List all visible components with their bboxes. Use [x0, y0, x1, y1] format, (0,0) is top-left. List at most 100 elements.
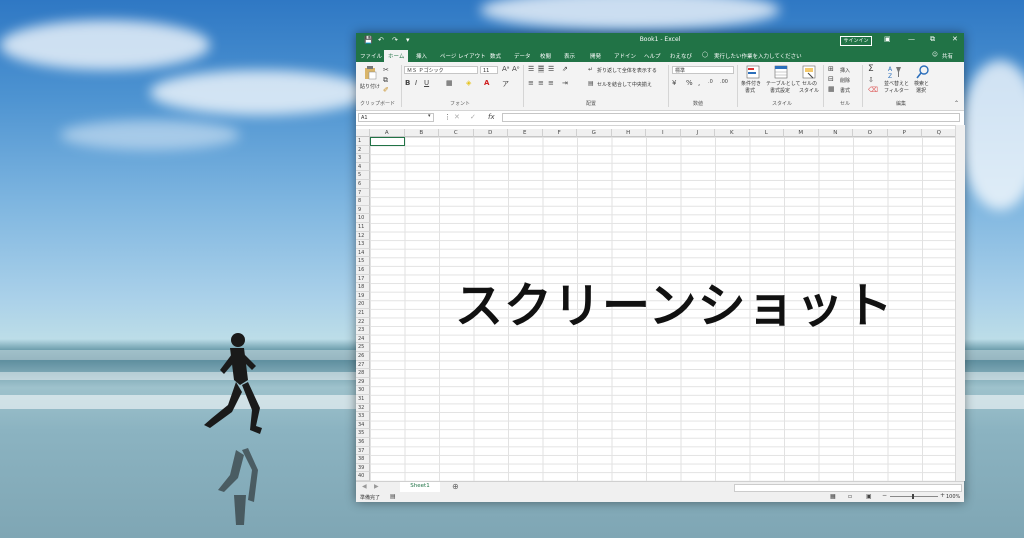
row-header-4[interactable]: 4: [356, 162, 370, 172]
row-header-33[interactable]: 33: [356, 412, 370, 421]
align-middle-icon[interactable]: ☰: [538, 65, 545, 73]
zoom-level[interactable]: 100%: [946, 494, 960, 500]
column-header-o[interactable]: O: [853, 129, 888, 137]
phonetic-icon[interactable]: ア: [502, 79, 509, 89]
row-header-13[interactable]: 13: [356, 240, 370, 249]
new-sheet-icon[interactable]: ⊕: [452, 482, 459, 491]
italic-icon[interactable]: I: [415, 79, 417, 87]
zoom-slider-thumb[interactable]: [912, 494, 914, 499]
copy-icon[interactable]: ⧉: [383, 76, 388, 85]
tab-insert[interactable]: 挿入: [416, 52, 427, 60]
collapse-ribbon-icon[interactable]: ⌃: [954, 100, 959, 107]
indent-icon[interactable]: ⇥: [562, 79, 568, 87]
signin-button[interactable]: サインイン: [840, 36, 872, 46]
align-bottom-icon[interactable]: ☰: [548, 65, 554, 73]
name-box-dropdown-icon[interactable]: ▾: [428, 113, 431, 119]
insert-function-icon[interactable]: fx: [488, 113, 495, 121]
row-header-40[interactable]: 40: [356, 472, 370, 481]
tab-developer[interactable]: 開発: [590, 52, 601, 60]
format-cells-button[interactable]: 書式: [840, 87, 850, 94]
column-header-p[interactable]: P: [887, 129, 922, 137]
row-header-8[interactable]: 8: [356, 197, 370, 206]
column-header-h[interactable]: H: [611, 129, 646, 137]
column-header-g[interactable]: G: [577, 129, 612, 137]
column-header-d[interactable]: D: [473, 129, 508, 137]
increase-font-icon[interactable]: Aᵃ: [502, 65, 510, 73]
font-size-select[interactable]: 11: [480, 66, 498, 74]
find-select-button-2[interactable]: 選択: [916, 87, 926, 94]
row-header-31[interactable]: 31: [356, 395, 370, 404]
row-header-20[interactable]: 20: [356, 300, 370, 309]
row-header-2[interactable]: 2: [356, 145, 370, 155]
paste-icon[interactable]: [363, 66, 377, 80]
select-all-corner[interactable]: [356, 129, 370, 137]
tab-file[interactable]: ファイル: [360, 52, 382, 60]
row-header-14[interactable]: 14: [356, 248, 370, 258]
row-header-39[interactable]: 39: [356, 463, 370, 473]
close-icon[interactable]: ✕: [952, 35, 958, 43]
macro-record-icon[interactable]: ▤: [390, 493, 396, 500]
column-header-i[interactable]: I: [646, 129, 681, 137]
align-right-icon[interactable]: ≡: [548, 79, 554, 87]
column-header-l[interactable]: L: [749, 129, 784, 137]
row-header-19[interactable]: 19: [356, 291, 370, 301]
minimize-icon[interactable]: —: [908, 35, 915, 43]
column-header-a[interactable]: A: [370, 129, 405, 137]
normal-view-icon[interactable]: ▦: [830, 493, 836, 500]
conditional-format-button[interactable]: 条件付き: [741, 80, 761, 87]
row-header-22[interactable]: 22: [356, 317, 370, 327]
row-header-34[interactable]: 34: [356, 420, 370, 430]
row-header-7[interactable]: 7: [356, 188, 370, 198]
row-header-36[interactable]: 36: [356, 438, 370, 447]
column-header-q[interactable]: Q: [922, 129, 957, 137]
column-header-f[interactable]: F: [542, 129, 577, 137]
ribbon-display-icon[interactable]: ▣: [884, 35, 891, 43]
row-header-25[interactable]: 25: [356, 343, 370, 352]
cancel-entry-icon[interactable]: ✕: [454, 113, 460, 121]
tell-me-box[interactable]: 実行したい作業を入力してください: [714, 52, 802, 60]
comma-icon[interactable]: ,: [698, 79, 700, 87]
page-layout-view-icon[interactable]: ▫: [848, 493, 852, 500]
row-header-26[interactable]: 26: [356, 352, 370, 361]
row-header-21[interactable]: 21: [356, 309, 370, 318]
format-as-table-button-2[interactable]: 書式設定: [770, 87, 790, 94]
row-header-12[interactable]: 12: [356, 231, 370, 241]
row-header-28[interactable]: 28: [356, 369, 370, 378]
find-select-button[interactable]: 検索と: [914, 80, 929, 87]
fill-icon[interactable]: ⇩: [868, 76, 874, 84]
cut-icon[interactable]: ✂: [383, 66, 389, 74]
row-header-10[interactable]: 10: [356, 214, 370, 223]
tab-data[interactable]: データ: [514, 52, 531, 60]
column-header-j[interactable]: J: [680, 129, 715, 137]
restore-icon[interactable]: ⧉: [930, 35, 935, 44]
number-format-select[interactable]: 標準: [672, 66, 734, 74]
tab-addins[interactable]: アドイン: [614, 52, 636, 60]
insert-cells-button[interactable]: 挿入: [840, 67, 850, 74]
merge-button[interactable]: セルを結合して中央揃え: [597, 81, 652, 88]
row-header-30[interactable]: 30: [356, 386, 370, 395]
row-header-23[interactable]: 23: [356, 326, 370, 335]
align-top-icon[interactable]: ☰: [528, 65, 534, 73]
row-header-3[interactable]: 3: [356, 154, 370, 163]
page-break-view-icon[interactable]: ▣: [866, 493, 872, 500]
tab-formulas[interactable]: 数式: [490, 52, 501, 60]
row-header-29[interactable]: 29: [356, 377, 370, 387]
bold-icon[interactable]: B: [405, 79, 410, 87]
row-header-18[interactable]: 18: [356, 283, 370, 292]
formula-input[interactable]: [502, 113, 960, 122]
row-header-32[interactable]: 32: [356, 403, 370, 413]
tab-view[interactable]: 表示: [564, 52, 575, 60]
autosum-icon[interactable]: Σ: [868, 64, 874, 74]
row-header-38[interactable]: 38: [356, 455, 370, 464]
font-name-select[interactable]: ＭＳ Ｐゴシック: [404, 66, 478, 74]
row-header-37[interactable]: 37: [356, 446, 370, 456]
zoom-slider[interactable]: [890, 496, 938, 497]
column-header-b[interactable]: B: [404, 129, 439, 137]
zoom-in-icon[interactable]: +: [940, 492, 945, 499]
fill-color-icon[interactable]: ◈: [466, 79, 471, 87]
currency-icon[interactable]: ¥: [672, 79, 676, 87]
row-header-5[interactable]: 5: [356, 171, 370, 180]
percent-icon[interactable]: %: [686, 79, 693, 87]
row-header-9[interactable]: 9: [356, 205, 370, 215]
row-header-1[interactable]: 1: [356, 137, 370, 146]
